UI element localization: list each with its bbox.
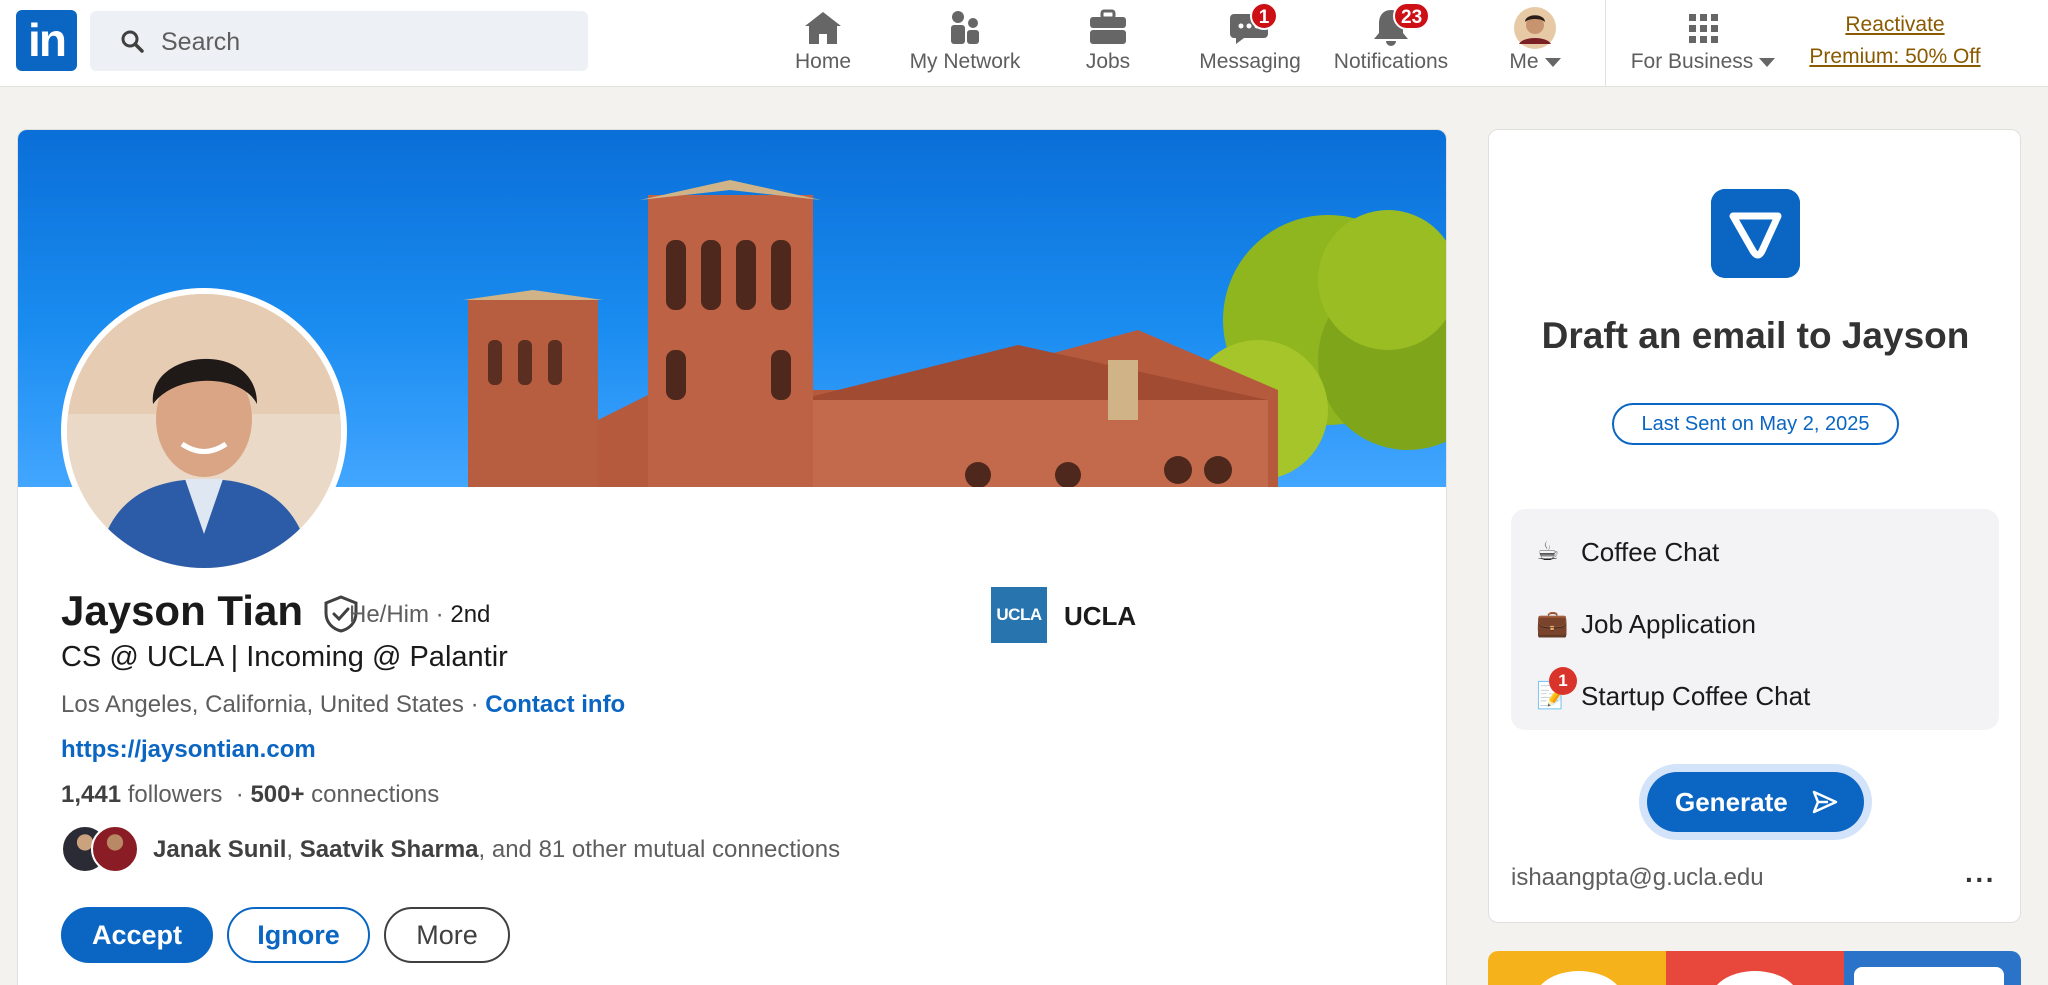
- search-icon: [121, 30, 144, 53]
- school-name: UCLA: [1064, 601, 1137, 631]
- nav-item-home[interactable]: Home: [778, 0, 868, 86]
- coffee-icon: ☕: [1536, 536, 1560, 566]
- last-sent-badge: Last Sent on May 2, 2025: [1612, 403, 1899, 445]
- ucla-logo: UCLA: [991, 587, 1047, 643]
- followers-count: 1,441: [61, 781, 122, 808]
- nav-item-jobs[interactable]: Jobs: [1063, 0, 1153, 86]
- search-placeholder: Search: [161, 28, 241, 56]
- mutual-avatar: [91, 825, 139, 873]
- pronouns-and-degree: He/Him · 2nd: [349, 601, 491, 628]
- pronouns: He/Him: [349, 601, 430, 628]
- promo-card-partial: [1488, 951, 2021, 985]
- messaging-badge: 1: [1250, 2, 1278, 30]
- connections-count[interactable]: 500+: [250, 781, 304, 808]
- website-link[interactable]: https://jaysontian.com: [61, 736, 316, 764]
- linkedin-logo[interactable]: in: [16, 10, 77, 71]
- nav-label: My Network: [909, 50, 1021, 73]
- premium-line-2: Premium: 50% Off: [1809, 45, 1981, 68]
- profile-name-text: Jayson Tian: [61, 587, 303, 634]
- email-draft-panel: Draft an email to Jayson Last Sent on Ma…: [1488, 129, 2021, 923]
- notifications-badge: 23: [1393, 2, 1431, 30]
- nav-item-messaging[interactable]: 1 Messaging: [1190, 0, 1310, 86]
- connection-degree: 2nd: [450, 601, 491, 628]
- sender-email: ishaangpta@g.ucla.edu: [1511, 864, 1764, 891]
- mutual-rest: , and 81 other mutual connections: [478, 836, 841, 863]
- home-icon: [805, 12, 841, 44]
- nav-item-notifications[interactable]: 23 Notifications: [1325, 0, 1457, 86]
- template-badge: 1: [1549, 667, 1577, 695]
- profile-location: Los Angeles, California, United States: [61, 691, 464, 718]
- promo-label: [1854, 967, 2004, 985]
- profile-stats: 1,441 followers · 500+ connections: [61, 781, 440, 808]
- funnel-app-icon: [1711, 189, 1800, 278]
- nav-divider: [1605, 0, 1606, 86]
- profile-card: Jayson Tian He/Him · 2nd CS @ UCLA | Inc…: [17, 129, 1447, 985]
- mutual-connections-text: Janak Sunil, Saatvik Sharma, and 81 othe…: [153, 836, 841, 863]
- nav-item-for-business[interactable]: For Business: [1618, 0, 1788, 86]
- contact-info-link[interactable]: Contact info: [485, 691, 625, 718]
- generate-button[interactable]: Generate: [1647, 772, 1864, 832]
- nav-item-my-network[interactable]: My Network: [895, 0, 1035, 86]
- followers-label: followers: [127, 781, 223, 808]
- nav-label-for-business: For Business: [1618, 50, 1788, 74]
- user-avatar-icon: [1514, 7, 1556, 49]
- top-navigation-bar: in Search Home My Network Jobs 1 Messagi…: [0, 0, 2048, 87]
- mutual-name: Saatvik Sharma: [299, 836, 479, 863]
- mutual-name: Janak Sunil: [153, 836, 287, 863]
- nav-label: Messaging: [1199, 50, 1301, 73]
- briefcase-icon: 💼: [1536, 608, 1569, 638]
- template-label: Coffee Chat: [1581, 537, 1720, 567]
- ignore-button[interactable]: Ignore: [227, 907, 370, 963]
- profile-location-line: Los Angeles, California, United States ·…: [61, 691, 626, 718]
- nav-label: Jobs: [1085, 50, 1131, 73]
- profile-headline: CS @ UCLA | Incoming @ Palantir: [61, 641, 508, 673]
- generate-button-focus-ring: Generate: [1639, 764, 1872, 840]
- nav-label-me: Me: [1490, 50, 1580, 74]
- connections-label[interactable]: connections: [311, 781, 439, 808]
- reactivate-premium-link[interactable]: Reactivate Premium: 50% Off: [1795, 9, 1995, 73]
- template-list: ☕ Coffee Chat 💼 Job Application 📝 1 Star…: [1511, 509, 1999, 730]
- accept-button[interactable]: Accept: [61, 907, 213, 963]
- grid-icon: [1689, 14, 1718, 43]
- more-button[interactable]: More: [384, 907, 510, 963]
- search-input[interactable]: Search: [90, 11, 588, 71]
- chevron-down-icon: [1759, 57, 1776, 67]
- more-options-icon[interactable]: ···: [1965, 864, 1996, 896]
- people-icon: [951, 11, 979, 44]
- chevron-down-icon: [1544, 57, 1561, 67]
- premium-line-1: Reactivate: [1845, 13, 1945, 36]
- generate-label: Generate: [1675, 787, 1788, 817]
- template-label: Job Application: [1581, 609, 1756, 639]
- profile-name: Jayson Tian: [61, 587, 359, 635]
- profile-photo-image: [67, 294, 341, 568]
- send-icon: [1812, 790, 1838, 814]
- template-label: Startup Coffee Chat: [1581, 681, 1811, 711]
- panel-title: Draft an email to Jayson: [1541, 315, 1970, 356]
- briefcase-icon: [1090, 9, 1126, 44]
- nav-label: Notifications: [1333, 50, 1449, 73]
- nav-item-me[interactable]: Me: [1490, 0, 1580, 86]
- profile-photo[interactable]: [61, 288, 347, 574]
- nav-label: Home: [794, 50, 852, 73]
